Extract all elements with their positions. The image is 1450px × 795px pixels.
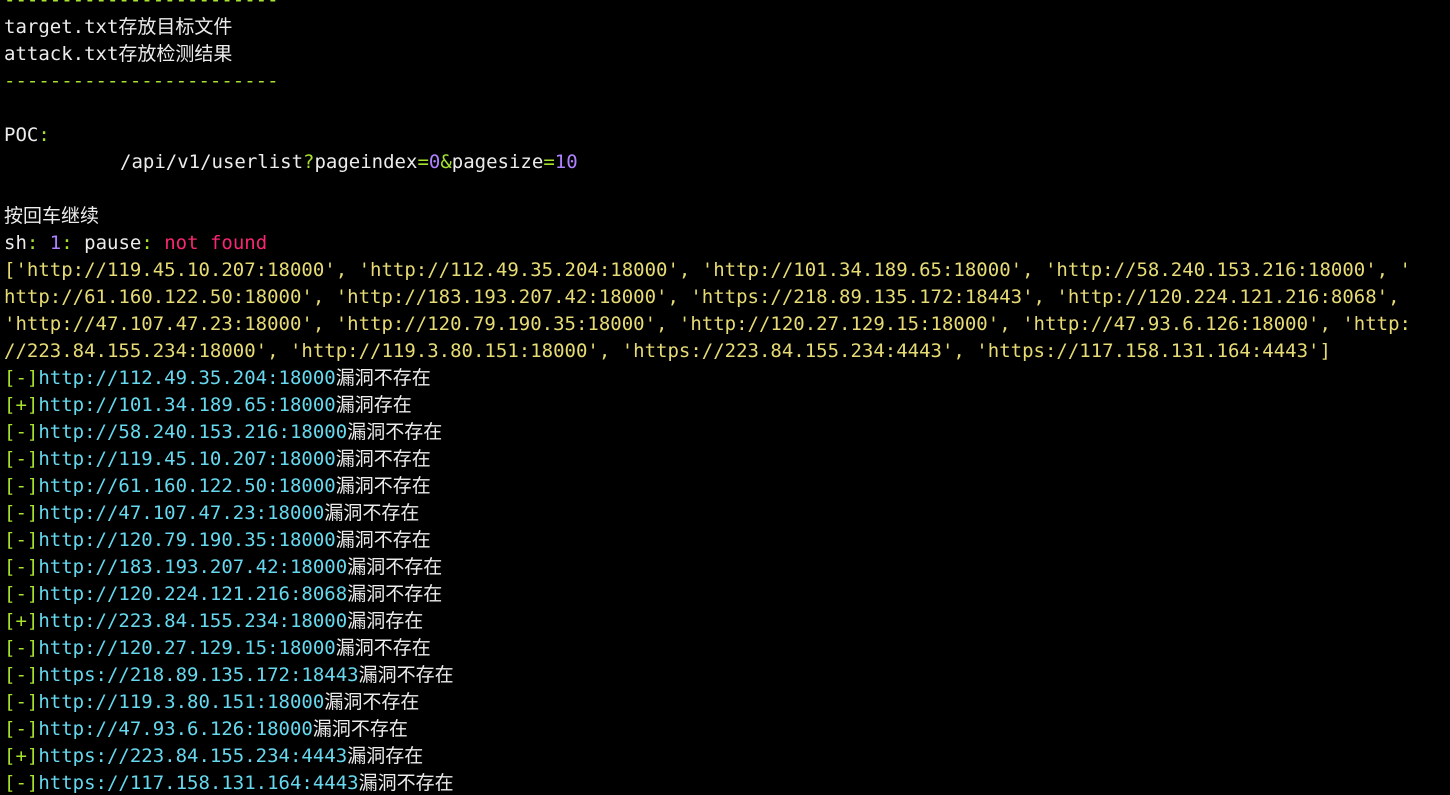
separator-line-top: ------------------------ <box>4 0 279 11</box>
result-url: http://101.34.189.65:18000 <box>38 394 336 416</box>
result-url: http://47.93.6.126:18000 <box>38 718 313 740</box>
result-mark: [-] <box>4 502 39 524</box>
continue-prompt: 按回车继续 <box>4 205 100 227</box>
result-status: 漏洞不存在 <box>324 691 420 713</box>
result-line: [-]http://119.3.80.151:18000漏洞不存在 <box>4 689 419 716</box>
poc-path-line: /api/v1/userlist?pageindex=0&pagesize=10 <box>4 149 578 176</box>
result-line: [-]http://119.45.10.207:18000漏洞不存在 <box>4 446 431 473</box>
target-list-line: http://61.160.122.50:18000', 'http://183… <box>4 286 1400 308</box>
info-attack-line: attack.txt存放检测结果 <box>4 43 233 65</box>
error-line-number: 1 <box>49 232 62 254</box>
result-url: http://120.224.121.216:8068 <box>38 583 348 605</box>
result-mark: [-] <box>4 637 39 659</box>
result-line: [-]http://47.107.47.23:18000漏洞不存在 <box>4 500 419 527</box>
result-status: 漏洞不存在 <box>347 583 443 605</box>
result-status: 漏洞存在 <box>347 745 424 767</box>
result-mark: [-] <box>4 718 39 740</box>
result-mark: [+] <box>4 394 39 416</box>
result-status: 漏洞不存在 <box>335 529 431 551</box>
result-mark: [+] <box>4 745 39 767</box>
result-status: 漏洞存在 <box>347 610 424 632</box>
error-sep-2: : <box>61 232 85 254</box>
result-url: https://117.158.131.164:4443 <box>38 772 359 794</box>
poc-param2-value: 10 <box>554 151 578 173</box>
info-target-line: target.txt存放目标文件 <box>4 16 233 38</box>
result-line: [+]https://223.84.155.234:4443漏洞存在 <box>4 743 423 770</box>
result-url: http://112.49.35.204:18000 <box>38 367 336 389</box>
result-line: [+]http://101.34.189.65:18000漏洞存在 <box>4 392 412 419</box>
result-line: [-]https://218.89.135.172:18443漏洞不存在 <box>4 662 454 689</box>
terminal-window[interactable]: ------------------------ target.txt存放目标文… <box>0 0 1450 795</box>
result-url: http://223.84.155.234:18000 <box>38 610 348 632</box>
error-sep-3: : <box>141 232 165 254</box>
result-status: 漏洞不存在 <box>312 718 408 740</box>
result-url: http://119.45.10.207:18000 <box>38 448 336 470</box>
result-status: 漏洞不存在 <box>335 367 431 389</box>
poc-qmark: ? <box>303 151 315 173</box>
result-mark: [-] <box>4 367 39 389</box>
separator-line-bottom: ------------------------ <box>4 70 279 92</box>
result-line: [-]http://120.79.190.35:18000漏洞不存在 <box>4 527 431 554</box>
result-line: [-]http://120.224.121.216:8068漏洞不存在 <box>4 581 442 608</box>
poc-colon: : <box>38 124 50 146</box>
result-status: 漏洞不存在 <box>347 421 443 443</box>
result-url: http://119.3.80.151:18000 <box>38 691 325 713</box>
error-message: not found <box>164 232 268 254</box>
result-mark: [-] <box>4 583 39 605</box>
result-mark: [-] <box>4 529 39 551</box>
result-line: [-]http://120.27.129.15:18000漏洞不存在 <box>4 635 431 662</box>
error-shell: sh <box>4 232 27 254</box>
result-status: 漏洞不存在 <box>324 502 420 524</box>
poc-label-line: POC: <box>4 122 50 149</box>
poc-path: /api/v1/userlist <box>120 151 304 173</box>
poc-eq-1: = <box>417 151 429 173</box>
shell-error-line: sh: 1: pause: not found <box>4 230 267 257</box>
result-line: [-]http://47.93.6.126:18000漏洞不存在 <box>4 716 408 743</box>
result-line: [-]http://61.160.122.50:18000漏洞不存在 <box>4 473 431 500</box>
result-url: http://58.240.153.216:18000 <box>38 421 348 443</box>
result-mark: [-] <box>4 772 39 794</box>
result-url: http://183.193.207.42:18000 <box>38 556 348 578</box>
result-url: https://218.89.135.172:18443 <box>38 664 359 686</box>
result-line: [-]http://183.193.207.42:18000漏洞不存在 <box>4 554 442 581</box>
result-status: 漏洞不存在 <box>358 772 454 794</box>
error-sep-1: : <box>26 232 50 254</box>
result-status: 漏洞不存在 <box>335 637 431 659</box>
result-mark: [-] <box>4 556 39 578</box>
poc-param2-key: pagesize <box>451 151 544 173</box>
result-mark: [-] <box>4 691 39 713</box>
result-mark: [-] <box>4 421 39 443</box>
poc-eq-2: = <box>543 151 555 173</box>
result-line: [-]https://117.158.131.164:4443漏洞不存在 <box>4 770 454 795</box>
result-mark: [-] <box>4 664 39 686</box>
result-status: 漏洞不存在 <box>335 475 431 497</box>
result-url: http://47.107.47.23:18000 <box>38 502 325 524</box>
result-url: https://223.84.155.234:4443 <box>38 745 348 767</box>
result-mark: [+] <box>4 610 39 632</box>
result-mark: [-] <box>4 475 39 497</box>
poc-label: POC <box>4 124 39 146</box>
poc-amp: & <box>440 151 452 173</box>
target-list-line: ['http://119.45.10.207:18000', 'http://1… <box>4 259 1411 281</box>
result-line: [+]http://223.84.155.234:18000漏洞存在 <box>4 608 423 635</box>
result-status: 漏洞不存在 <box>335 448 431 470</box>
error-command: pause <box>84 232 142 254</box>
target-list-line: //223.84.155.234:18000', 'http://119.3.8… <box>4 340 1331 362</box>
result-url: http://61.160.122.50:18000 <box>38 475 336 497</box>
result-line: [-]http://112.49.35.204:18000漏洞不存在 <box>4 365 431 392</box>
result-mark: [-] <box>4 448 39 470</box>
result-url: http://120.27.129.15:18000 <box>38 637 336 659</box>
target-list-line: 'http://47.107.47.23:18000', 'http://120… <box>4 313 1411 335</box>
result-url: http://120.79.190.35:18000 <box>38 529 336 551</box>
poc-param1-key: pageindex <box>314 151 418 173</box>
result-status: 漏洞不存在 <box>347 556 443 578</box>
result-line: [-]http://58.240.153.216:18000漏洞不存在 <box>4 419 442 446</box>
result-status: 漏洞存在 <box>335 394 412 416</box>
result-status: 漏洞不存在 <box>358 664 454 686</box>
poc-param1-value: 0 <box>428 151 441 173</box>
